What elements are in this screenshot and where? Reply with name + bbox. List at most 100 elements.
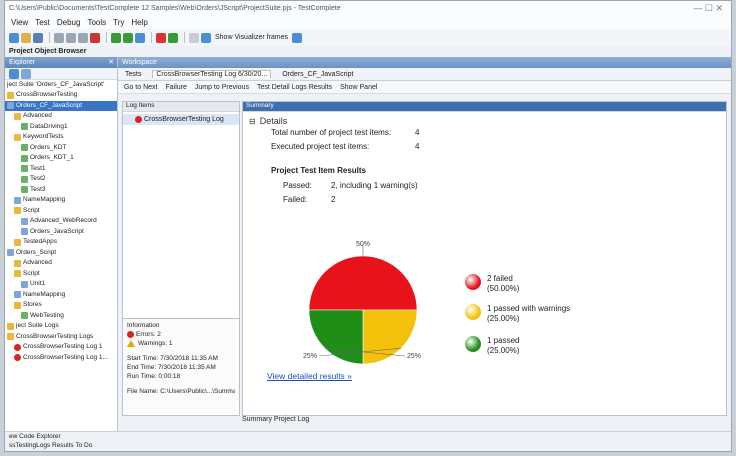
go-to-next-button[interactable]: Go to Next [124, 84, 157, 91]
tree-item[interactable]: TestedApps [5, 237, 117, 248]
tree-item[interactable]: Script [5, 269, 117, 280]
tree-item-label: Script [23, 269, 40, 277]
menu-tools[interactable]: Tools [87, 18, 106, 27]
details-section[interactable]: ⊟ Details [249, 116, 726, 126]
tree-item[interactable]: Test2 [5, 174, 117, 185]
panel-close-icon[interactable]: ✕ [108, 58, 114, 66]
collapse-icon[interactable]: ⊟ [249, 117, 256, 126]
tree-item[interactable]: KeywordTests [5, 132, 117, 143]
log-toolbar: Go to Next Failure Jump to Previous Test… [118, 81, 731, 94]
folder-icon [14, 270, 21, 278]
menu-test[interactable]: Test [35, 18, 50, 27]
run-project-icon[interactable] [123, 32, 133, 43]
menu-view[interactable]: View [11, 18, 28, 27]
tree-item[interactable]: Script [5, 206, 117, 217]
errors-row: Errors: 2 [127, 330, 235, 339]
new-icon[interactable] [9, 32, 19, 43]
keyword-test-icon [21, 186, 28, 194]
project-suite-label[interactable]: ject Suite 'Orders_CF_JavaScript' [5, 80, 117, 90]
tab-tests[interactable]: Tests [122, 71, 144, 78]
tree-item[interactable]: Orders_KDT_1 [5, 153, 117, 164]
tree-item[interactable]: Advanced_WebRecord [5, 216, 117, 227]
save-icon[interactable] [33, 32, 43, 43]
tree-item[interactable]: Stores [5, 300, 117, 311]
tree-item[interactable]: NameMapping [5, 195, 117, 206]
show-visualizer-label[interactable]: Show Visualizer frames [215, 34, 288, 41]
legend-warning-line2: (25.00%) [487, 314, 520, 323]
tree-item[interactable]: CrossBrowserTesting [5, 90, 117, 101]
tree-item-label: Advanced [23, 259, 52, 266]
copy-icon[interactable] [66, 32, 76, 43]
tree-item[interactable]: Orders_CF_JavaScript [5, 100, 117, 111]
settings-icon[interactable] [292, 32, 303, 43]
keyword-test-icon [21, 312, 28, 320]
script-icon [21, 217, 28, 225]
find-icon[interactable] [189, 32, 199, 43]
summary-bottom-tabs[interactable]: Summary Project Log [242, 416, 309, 423]
toolbar-separator [106, 32, 107, 43]
record-icon[interactable] [135, 32, 145, 43]
open-icon[interactable] [21, 32, 31, 43]
tree-item[interactable]: Test1 [5, 164, 117, 175]
status-line1[interactable]: ew Code Explorer [9, 432, 731, 441]
tree-item[interactable]: NameMapping [5, 290, 117, 301]
tree-item[interactable]: ject Suite Logs [5, 321, 117, 332]
tree-item-label: Stores [23, 301, 42, 308]
tree-item[interactable]: Unit1 [5, 279, 117, 290]
menu-bar: View Test Debug Tools Try Help [5, 16, 731, 29]
total-items-value: 4 [415, 128, 420, 137]
tab-orders[interactable]: Orders_CF_JavaScript [279, 71, 356, 78]
legend-passed-line2: (25.00%) [487, 346, 520, 355]
tree-item[interactable]: Advanced [5, 258, 117, 269]
tree-item[interactable]: Orders_Script [5, 248, 117, 259]
stop-icon[interactable] [156, 32, 166, 43]
tree-item-label: Unit1 [30, 280, 46, 287]
legend-failed-line1: 2 failed [487, 274, 513, 283]
tree-item-label: Orders_Script [16, 248, 57, 256]
log-tree-panel: Log Items CrossBrowserTesting Log Inform… [122, 101, 240, 416]
explorer-tool-icon[interactable] [21, 68, 31, 79]
failure-button[interactable]: Failure [165, 84, 186, 91]
tree-item-label: DataDriving1 [30, 122, 68, 130]
window-controls[interactable]: — ☐ ✕ [693, 3, 723, 14]
failed-value: 2 [331, 195, 336, 204]
tree-item[interactable]: WebTesting [5, 311, 117, 322]
toolbar-separator [151, 32, 152, 43]
menu-debug[interactable]: Debug [57, 18, 81, 27]
tree-item[interactable]: CrossBrowserTesting Log 1 [5, 342, 117, 353]
step-icon[interactable] [168, 32, 178, 43]
start-time: Start Time: 7/30/2018 11:35 AM [127, 355, 218, 362]
menu-try[interactable]: Try [113, 18, 124, 27]
folder-icon [14, 112, 21, 120]
warnings-count: Warnings: 1 [138, 340, 173, 347]
tab-log[interactable]: CrossBrowserTesting Log 6/30/20... [152, 70, 272, 78]
tree-item-label: CrossBrowserTesting Log 1... [23, 353, 108, 361]
tree-item[interactable]: DataDriving1 [5, 122, 117, 133]
status-line2[interactable]: ssTestingLogs Results To Do [9, 441, 731, 450]
visualizer-icon[interactable] [201, 32, 211, 43]
tree-item[interactable]: Test3 [5, 185, 117, 196]
tree-item[interactable]: Orders_JavaScript [5, 227, 117, 238]
log-tree-item[interactable]: CrossBrowserTesting Log [123, 114, 239, 125]
paste-icon[interactable] [78, 32, 88, 43]
title-bar: C:\Users\Public\Documents\TestComplete 1… [5, 1, 731, 16]
show-panel-button[interactable]: Show Panel [340, 84, 377, 91]
results-title: Project Test Item Results [271, 166, 366, 175]
script-icon [7, 102, 14, 110]
explorer-header: Explorer ✕ [5, 57, 117, 68]
tree-item[interactable]: CrossBrowserTesting Logs [5, 332, 117, 343]
object-browser-label[interactable]: Project Object Browser [9, 48, 86, 55]
detail-logs-button[interactable]: Test Detail Logs Results [257, 84, 332, 91]
add-icon[interactable] [9, 68, 19, 79]
jump-previous-button[interactable]: Jump to Previous [195, 84, 249, 91]
run-icon[interactable] [111, 32, 121, 43]
tree-item-label: Orders_KDT [30, 143, 67, 151]
view-detailed-results-link[interactable]: View detailed results » [267, 371, 352, 381]
delete-icon[interactable] [90, 32, 100, 43]
cut-icon[interactable] [54, 32, 64, 43]
menu-help[interactable]: Help [131, 18, 147, 27]
tree-item-label: Script [23, 206, 40, 214]
tree-item[interactable]: CrossBrowserTesting Log 1... [5, 353, 117, 364]
tree-item[interactable]: Advanced [5, 111, 117, 122]
tree-item[interactable]: Orders_KDT [5, 143, 117, 154]
